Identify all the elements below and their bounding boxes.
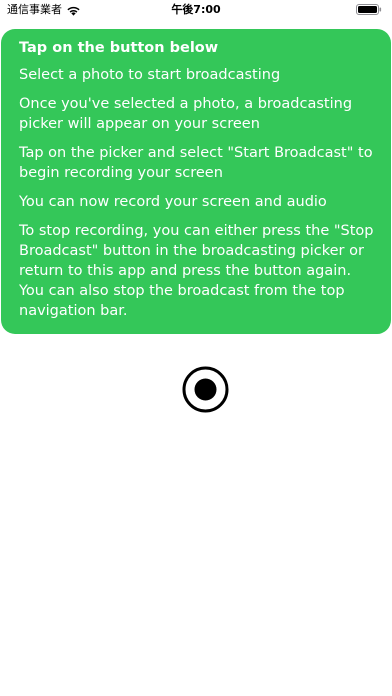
instruction-card: Tap on the button below Select a photo t… [1, 29, 391, 334]
instruction-step-5: To stop recording, you can either press … [19, 223, 374, 319]
status-bar: 通信事業者 午後7:00 [0, 0, 392, 22]
instruction-step-3: Tap on the picker and select "Start Broa… [19, 145, 373, 181]
battery-icon [356, 4, 382, 15]
instruction-step-4: You can now record your screen and audio [19, 194, 327, 210]
card-title: Tap on the button below [19, 40, 219, 56]
status-time: 午後7:00 [171, 3, 221, 16]
record-icon [182, 366, 229, 413]
record-button[interactable] [182, 366, 229, 413]
instruction-step-1: Select a photo to start broadcasting [19, 67, 281, 83]
instruction-step-2: Once you've selected a photo, a broadcas… [19, 96, 353, 132]
